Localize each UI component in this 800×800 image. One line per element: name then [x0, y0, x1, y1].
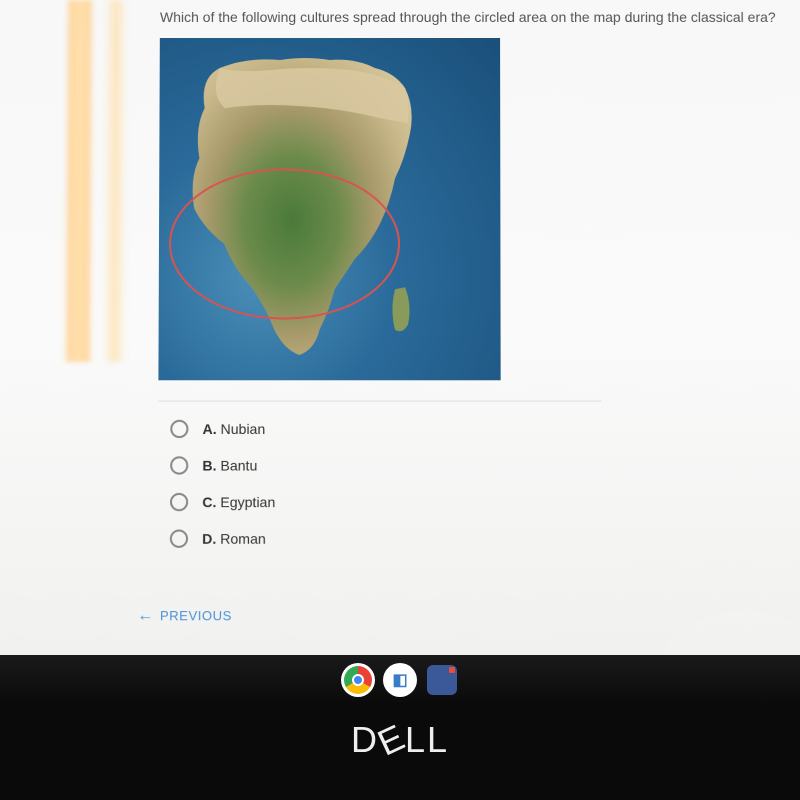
screen-glare: [103, 0, 127, 362]
option-label: B. Bantu: [202, 457, 257, 473]
option-d[interactable]: D. Roman: [170, 529, 784, 547]
quiz-content: Which of the following cultures spread t…: [157, 0, 784, 625]
app-icon[interactable]: ◧: [383, 663, 417, 697]
laptop-screen: Which of the following cultures spread t…: [0, 0, 800, 688]
option-b[interactable]: B. Bantu: [170, 456, 783, 474]
dell-logo: DELL: [351, 719, 449, 761]
app-icon[interactable]: [425, 663, 459, 697]
option-label: D. Roman: [202, 530, 266, 546]
option-label: A. Nubian: [203, 420, 266, 436]
radio-icon: [170, 419, 188, 437]
answer-options: A. Nubian B. Bantu C. Egyptian: [170, 419, 784, 547]
chrome-icon[interactable]: [341, 663, 375, 697]
previous-button[interactable]: ← PREVIOUS: [137, 607, 232, 625]
radio-icon: [170, 529, 188, 547]
taskbar: ◧: [0, 655, 800, 705]
question-text: Which of the following cultures spread t…: [160, 8, 780, 28]
option-label: C. Egyptian: [202, 494, 275, 510]
radio-icon: [170, 492, 188, 510]
map-image: [158, 38, 500, 380]
screen-glare: [63, 0, 95, 362]
radio-icon: [170, 456, 188, 474]
option-a[interactable]: A. Nubian: [170, 419, 783, 437]
arrow-left-icon: ←: [137, 607, 154, 625]
divider: [158, 400, 601, 401]
option-c[interactable]: C. Egyptian: [170, 492, 783, 510]
map-circle-annotation: [169, 168, 400, 319]
